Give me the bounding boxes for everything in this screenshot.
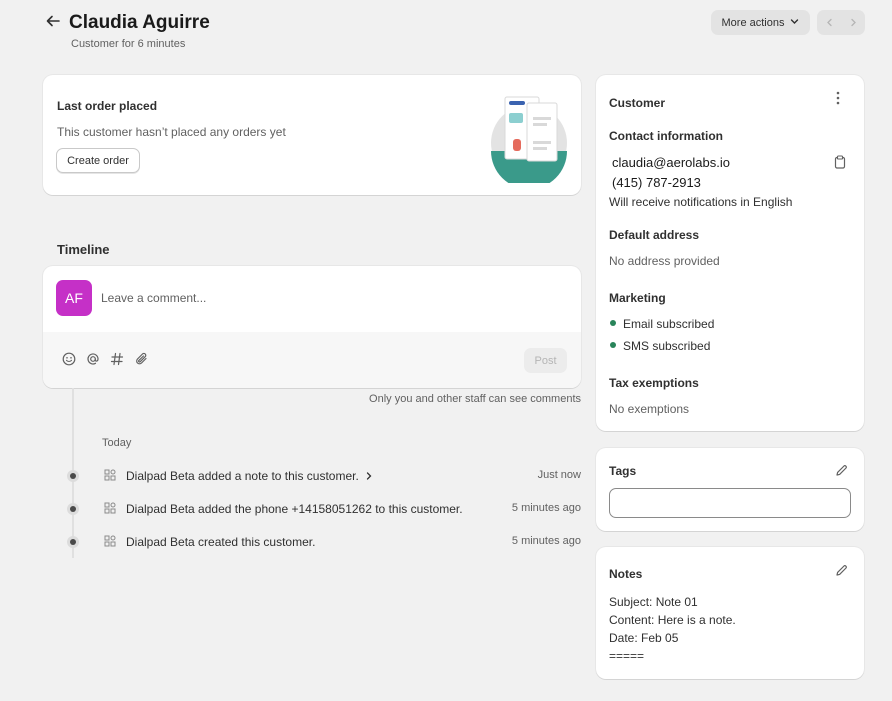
customer-email[interactable]: claudia@aerolabs.io [612, 155, 730, 170]
tags-input[interactable] [609, 488, 851, 518]
last-order-title: Last order placed [57, 99, 158, 113]
tax-exemptions-heading: Tax exemptions [609, 376, 699, 390]
timeline-event[interactable]: Dialpad Beta added a note to this custom… [126, 469, 373, 483]
note-line: Subject: Note 01 [609, 595, 698, 609]
customer-phone: (415) 787-2913 [612, 175, 701, 190]
next-customer-button[interactable] [849, 16, 858, 30]
more-actions-button[interactable]: More actions [711, 10, 810, 35]
timeline-title: Timeline [57, 242, 110, 257]
timeline-event-text: Dialpad Beta created this customer. [126, 535, 316, 549]
note-line: ===== [609, 649, 645, 663]
comment-visibility-note: Only you and other staff can see comment… [369, 393, 581, 405]
timeline-event-dot [67, 536, 79, 548]
timeline-event-text: Dialpad Beta added a note to this custom… [126, 469, 359, 483]
chevron-left-icon [826, 18, 832, 26]
empty-orders-illustration [491, 96, 567, 183]
app-icon [103, 469, 117, 483]
more-actions-label: More actions [721, 16, 785, 29]
attachment-icon[interactable] [134, 352, 150, 368]
more-options-icon[interactable] [836, 91, 840, 107]
hashtag-icon[interactable] [109, 352, 125, 368]
timeline-event-dot [67, 503, 79, 515]
timeline-event-dot [67, 470, 79, 482]
customer-card: Customer Contact information claudia@aer… [596, 75, 864, 431]
comment-toolbar: Post [43, 332, 581, 388]
tax-exemptions-text: No exemptions [609, 402, 690, 416]
post-button[interactable]: Post [524, 348, 567, 373]
chevron-right-icon [850, 18, 856, 26]
notes-title: Notes [609, 567, 643, 581]
customer-pager [817, 10, 865, 35]
app-icon [103, 535, 117, 549]
chevron-right-icon [366, 472, 372, 480]
timeline-event-time: 5 minutes ago [511, 502, 581, 514]
comment-input[interactable] [101, 280, 561, 316]
timeline-event-time: 5 minutes ago [511, 535, 581, 547]
subscribed-status-dot [610, 342, 616, 348]
note-line: Content: Here is a note. [609, 613, 736, 627]
sms-subscribed-status: SMS subscribed [623, 339, 711, 353]
default-address-heading: Default address [609, 228, 700, 242]
pencil-icon[interactable] [835, 564, 849, 578]
comment-box: AF Post [43, 266, 581, 388]
marketing-heading: Marketing [609, 291, 666, 305]
last-order-card: Last order placed This customer hasn’t p… [43, 75, 581, 195]
mention-icon[interactable] [85, 352, 101, 368]
avatar: AF [56, 280, 92, 316]
default-address-text: No address provided [609, 254, 720, 268]
timeline-event-text: Dialpad Beta added the phone +1415805126… [126, 502, 463, 516]
contact-information-heading: Contact information [609, 129, 723, 143]
note-line: Date: Feb 05 [609, 631, 679, 645]
timeline-day-label: Today [102, 437, 132, 449]
previous-customer-button[interactable] [825, 16, 834, 30]
tags-card: Tags [596, 448, 864, 531]
notification-language: Will receive notifications in English [609, 195, 793, 209]
tags-title: Tags [609, 464, 637, 478]
chevron-down-icon [790, 17, 799, 29]
email-subscribed-status: Email subscribed [623, 317, 715, 331]
create-order-button[interactable]: Create order [56, 148, 140, 173]
page-subtitle: Customer for 6 minutes [71, 38, 186, 50]
last-order-empty-text: This customer hasn’t placed any orders y… [57, 125, 286, 139]
back-arrow-icon[interactable] [46, 14, 64, 32]
page-title: Claudia Aguirre [69, 12, 210, 33]
timeline-event-time: Just now [537, 469, 581, 481]
clipboard-icon[interactable] [834, 155, 848, 169]
app-icon [103, 502, 117, 516]
pencil-icon[interactable] [835, 464, 849, 478]
customer-card-title: Customer [609, 96, 666, 110]
notes-card: Notes Subject: Note 01 Content: Here is … [596, 547, 864, 679]
emoji-icon[interactable] [61, 352, 77, 368]
subscribed-status-dot [610, 320, 616, 326]
